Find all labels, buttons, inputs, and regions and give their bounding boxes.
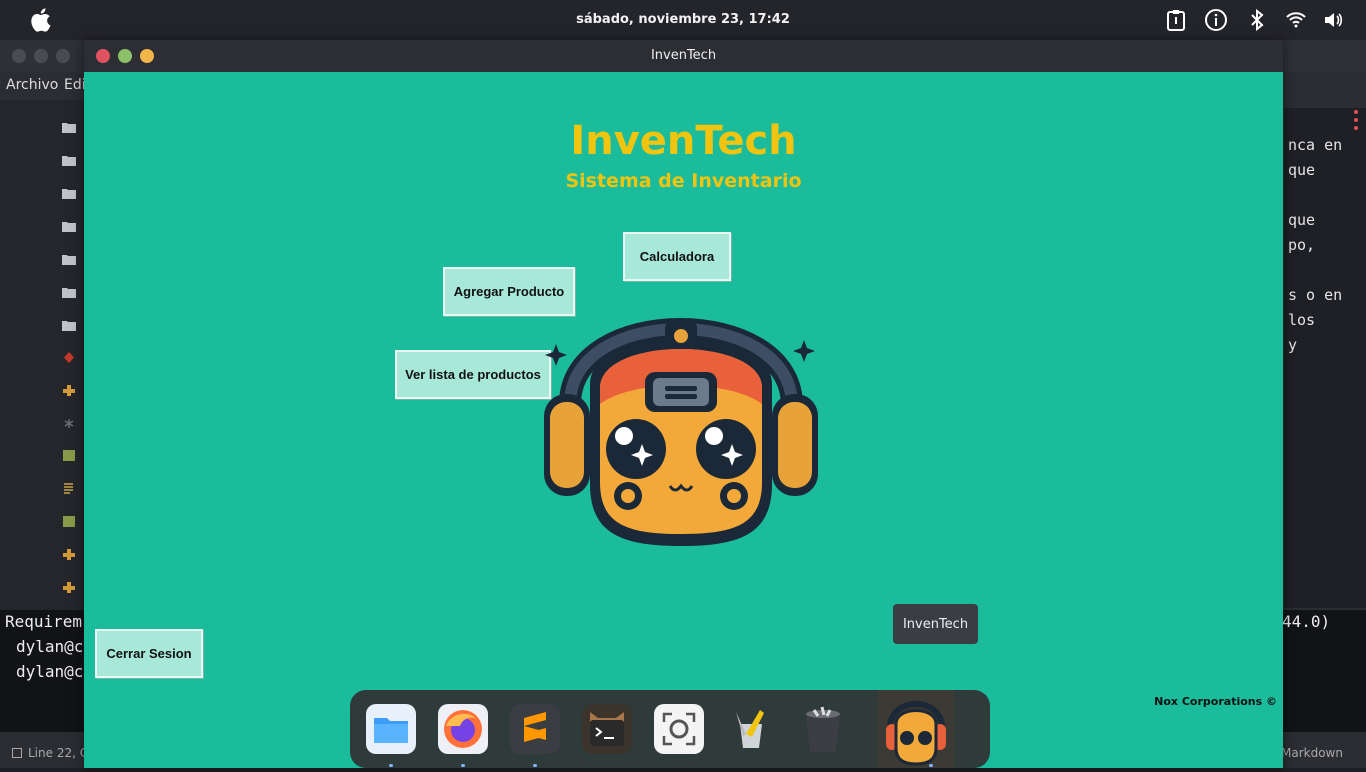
window-title: InvenTech (84, 40, 1283, 72)
app-title: InvenTech (570, 118, 797, 164)
inventech-app-icon[interactable] (878, 690, 954, 768)
text-editor-icon[interactable] (726, 704, 776, 754)
maximize-button[interactable] (56, 49, 70, 63)
folder-icon[interactable] (62, 122, 76, 133)
file-asterisk-icon[interactable] (62, 418, 76, 429)
editor-line: y (1288, 336, 1298, 354)
window-maximize-button[interactable] (140, 49, 154, 63)
folder-icon[interactable] (62, 254, 76, 265)
menu-archivo[interactable]: Archivo (6, 77, 58, 93)
folder-icon[interactable] (62, 221, 76, 232)
files-icon[interactable] (366, 704, 416, 754)
panel-toggle-icon[interactable] (12, 748, 22, 758)
menu-editar[interactable]: Edi (64, 77, 86, 93)
trash-icon[interactable] (798, 704, 848, 754)
running-indicator (533, 764, 537, 767)
editor-line: que (1288, 211, 1316, 229)
app-subtitle: Sistema de Inventario (565, 170, 802, 192)
clock[interactable]: sábado, noviembre 23, 17:42 (0, 12, 1366, 27)
calculadora-button[interactable]: Calculadora (623, 232, 731, 281)
wifi-icon[interactable] (1284, 8, 1308, 32)
firefox-icon[interactable] (438, 704, 488, 754)
folder-icon[interactable] (62, 188, 76, 199)
editor-line: nca en (1288, 136, 1343, 154)
clipboard-icon[interactable] (1164, 8, 1188, 32)
cursor-position[interactable]: Line 22, C (28, 746, 88, 760)
file-python-icon[interactable] (62, 549, 76, 560)
dock (350, 690, 990, 768)
file-image-icon[interactable] (62, 450, 76, 461)
window-close-button[interactable] (96, 49, 110, 63)
folder-icon[interactable] (62, 155, 76, 166)
editor-line: que (1288, 161, 1316, 179)
running-indicator (929, 764, 933, 767)
terminal-icon[interactable] (582, 704, 632, 754)
file-text-icon[interactable] (62, 483, 76, 494)
folder-icon[interactable] (62, 287, 76, 298)
sublime-text-icon[interactable] (510, 704, 560, 754)
editor-text-pane: nca en que que po, s o en los y (1284, 108, 1366, 608)
ver-lista-productos-button[interactable]: Ver lista de productos (395, 350, 551, 399)
window-minimize-button[interactable] (118, 49, 132, 63)
kebab-menu-icon[interactable] (1352, 108, 1360, 132)
screenshot-icon[interactable] (654, 704, 704, 754)
syntax-mode[interactable]: Markdown (1281, 746, 1343, 760)
footer-copyright: Nox Corporations © (1154, 695, 1277, 708)
dock-tooltip: InvenTech (893, 604, 978, 644)
running-indicator (389, 764, 393, 767)
file-python-icon[interactable] (62, 582, 76, 593)
terminal-line: dylan@c (16, 637, 84, 656)
file-git-icon[interactable] (62, 352, 76, 363)
close-button[interactable] (12, 49, 26, 63)
cerrar-sesion-button[interactable]: Cerrar Sesion (95, 629, 203, 678)
robot-mascot-image (544, 318, 818, 546)
editor-line: los (1288, 311, 1316, 329)
volume-icon[interactable] (1321, 8, 1345, 32)
info-icon[interactable] (1204, 8, 1228, 32)
editor-line: s o en (1288, 286, 1343, 304)
file-image-icon[interactable] (62, 516, 76, 527)
terminal-line: Requirem (5, 612, 83, 631)
top-bar: sábado, noviembre 23, 17:42 (0, 0, 1366, 40)
terminal-line: dylan@c (16, 662, 84, 681)
inventech-window: InvenTech InvenTech Sistema de Inventari… (84, 40, 1283, 768)
minimize-button[interactable] (34, 49, 48, 63)
bluetooth-icon[interactable] (1245, 8, 1269, 32)
file-python-icon[interactable] (62, 385, 76, 396)
running-indicator (461, 764, 465, 767)
folder-icon[interactable] (62, 320, 76, 331)
terminal-line: 44.0) (1282, 612, 1331, 631)
file-tree-sidebar (0, 100, 84, 610)
editor-line: po, (1288, 236, 1316, 254)
